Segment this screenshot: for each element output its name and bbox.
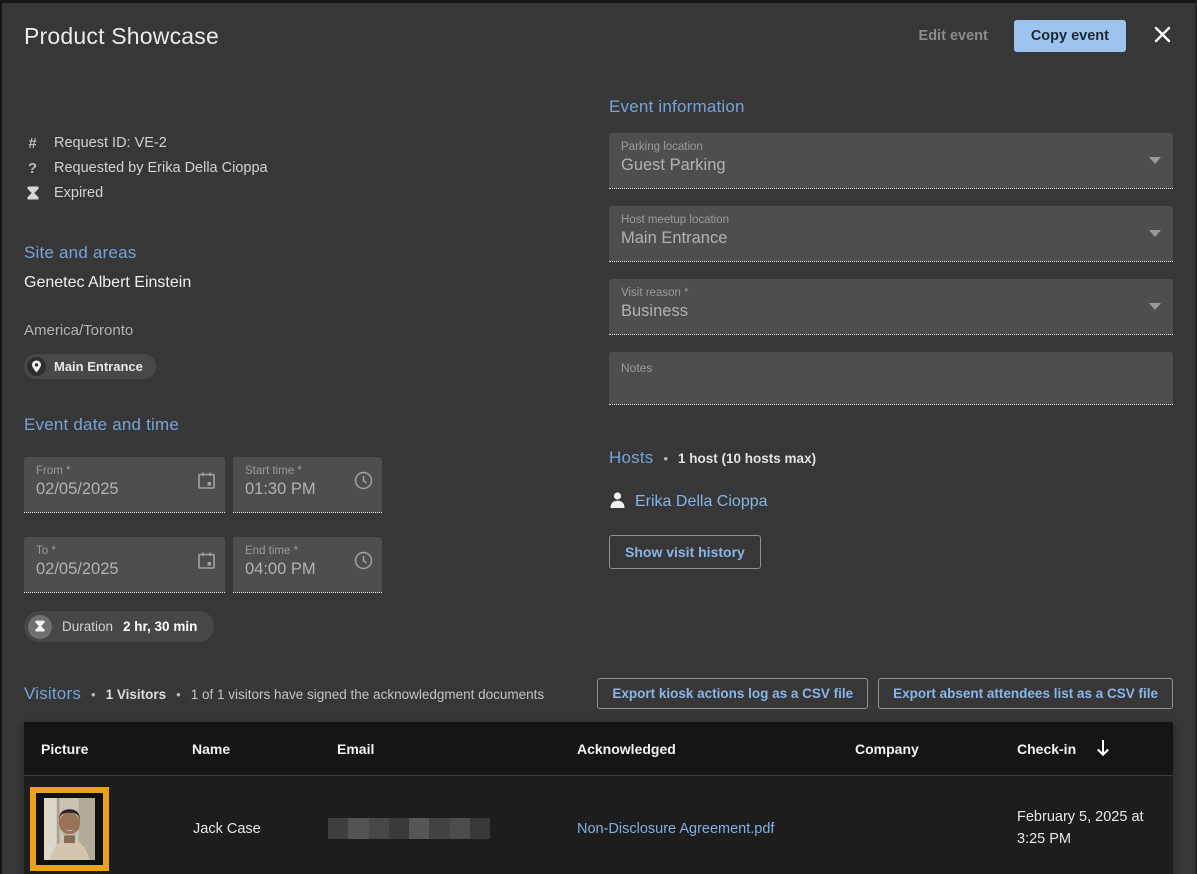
page-title: Product Showcase xyxy=(24,23,219,50)
column-header-picture[interactable]: Picture xyxy=(24,741,175,757)
calendar-icon xyxy=(197,551,216,575)
hourglass-icon xyxy=(28,615,52,639)
to-date-label: To * xyxy=(36,545,215,557)
visitor-portrait-image xyxy=(44,798,95,860)
clock-icon xyxy=(354,551,373,575)
visit-reason-value: Business xyxy=(621,302,1163,321)
dialog-header: Product Showcase Edit event Copy event xyxy=(24,15,1173,57)
event-datetime-heading: Event date and time xyxy=(24,415,585,435)
chevron-down-icon xyxy=(1149,303,1161,310)
from-date-value: 02/05/2025 xyxy=(36,480,215,499)
acknowledged-document-link[interactable]: Non-Disclosure Agreement.pdf xyxy=(560,821,774,837)
parking-location-value: Guest Parking xyxy=(621,156,1163,175)
visitor-name: Jack Case xyxy=(175,821,261,837)
bullet-separator: • xyxy=(663,451,668,466)
host-meetup-select[interactable]: Host meetup location Main Entrance xyxy=(609,206,1173,262)
clock-icon xyxy=(354,471,373,495)
visitors-heading: Visitors xyxy=(24,684,81,704)
area-tag-label: Main Entrance xyxy=(54,359,143,374)
visit-reason-label: Visit reason * xyxy=(621,287,1163,299)
close-icon xyxy=(1152,24,1173,48)
request-id-row: # Request ID: VE-2 xyxy=(24,131,585,155)
column-header-name[interactable]: Name xyxy=(175,741,320,757)
hosts-heading: Hosts xyxy=(609,448,653,468)
column-header-checkin[interactable]: Check-in xyxy=(1000,739,1173,759)
chevron-down-icon xyxy=(1149,157,1161,164)
area-tag: Main Entrance xyxy=(24,354,156,379)
host-meetup-label: Host meetup location xyxy=(621,214,1163,226)
email-redacted xyxy=(328,818,490,839)
end-time-field[interactable]: End time * 04:00 PM xyxy=(233,537,382,593)
request-meta: # Request ID: VE-2 ? Requested by Erika … xyxy=(24,131,585,205)
visitors-count: 1 Visitors xyxy=(106,687,167,702)
bullet-separator: • xyxy=(176,687,181,702)
question-icon: ? xyxy=(24,160,41,177)
site-name: Genetec Albert Einstein xyxy=(24,274,585,292)
event-details-dialog: Product Showcase Edit event Copy event #… xyxy=(2,3,1195,874)
export-kiosk-log-button[interactable]: Export kiosk actions log as a CSV file xyxy=(597,678,868,709)
bullet-separator: • xyxy=(91,687,96,702)
request-id-text: Request ID: VE-2 xyxy=(54,135,167,151)
notes-textarea[interactable] xyxy=(609,352,1173,405)
hourglass-icon xyxy=(24,186,41,201)
visitors-signed-text: 1 of 1 visitors have signed the acknowle… xyxy=(191,687,544,702)
location-pin-icon xyxy=(27,357,46,376)
start-time-value: 01:30 PM xyxy=(245,480,372,499)
close-button[interactable] xyxy=(1152,24,1173,48)
export-absent-list-button[interactable]: Export absent attendees list as a CSV fi… xyxy=(878,678,1173,709)
start-time-label: Start time * xyxy=(245,465,372,477)
host-meetup-value: Main Entrance xyxy=(621,229,1163,248)
calendar-icon xyxy=(197,471,216,495)
visit-reason-select[interactable]: Visit reason * Business xyxy=(609,279,1173,335)
host-name-link[interactable]: Erika Della Cioppa xyxy=(635,493,768,511)
table-header: Picture Name Email Acknowledged Company … xyxy=(24,722,1173,776)
host-item: Erika Della Cioppa xyxy=(609,491,1173,513)
table-row[interactable]: Jack Case Non-Disclosure Agreement.pdf F… xyxy=(24,776,1173,874)
hosts-header: Hosts • 1 host (10 hosts max) xyxy=(609,448,1173,468)
duration-badge: Duration 2 hr, 30 min xyxy=(24,611,214,642)
edit-event-button[interactable]: Edit event xyxy=(919,28,988,44)
to-date-value: 02/05/2025 xyxy=(36,560,215,579)
end-time-value: 04:00 PM xyxy=(245,560,372,579)
status-badge: Expired xyxy=(54,185,103,201)
checkin-header-label: Check-in xyxy=(1017,741,1076,757)
start-time-field[interactable]: Start time * 01:30 PM xyxy=(233,457,382,513)
to-date-field[interactable]: To * 02/05/2025 xyxy=(24,537,225,593)
column-header-acknowledged[interactable]: Acknowledged xyxy=(560,741,838,757)
chevron-down-icon xyxy=(1149,230,1161,237)
site-areas-heading: Site and areas xyxy=(24,243,585,263)
end-time-label: End time * xyxy=(245,545,372,557)
visitor-photo[interactable] xyxy=(30,787,109,871)
hosts-count: 1 host (10 hosts max) xyxy=(678,451,816,466)
visitors-header: Visitors • 1 Visitors • 1 of 1 visitors … xyxy=(24,678,1173,709)
duration-label: Duration xyxy=(62,619,113,634)
status-row: Expired xyxy=(24,181,585,205)
parking-location-select[interactable]: Parking location Guest Parking xyxy=(609,133,1173,189)
sort-descending-icon[interactable] xyxy=(1096,739,1110,759)
column-header-company[interactable]: Company xyxy=(838,741,1000,757)
requested-by-text: Requested by Erika Della Cioppa xyxy=(54,160,268,176)
requested-by-row: ? Requested by Erika Della Cioppa xyxy=(24,156,585,180)
visitor-checkin-time: February 5, 2025 at 3:25 PM xyxy=(1000,807,1152,849)
person-icon xyxy=(609,491,626,513)
hash-icon: # xyxy=(24,135,41,152)
timezone-text: America/Toronto xyxy=(24,322,585,339)
event-info-heading: Event information xyxy=(609,97,1173,117)
duration-value: 2 hr, 30 min xyxy=(123,619,197,634)
column-header-email[interactable]: Email xyxy=(320,741,560,757)
from-date-field[interactable]: From * 02/05/2025 xyxy=(24,457,225,513)
parking-location-label: Parking location xyxy=(621,141,1163,153)
from-date-label: From * xyxy=(36,465,215,477)
copy-event-button[interactable]: Copy event xyxy=(1014,20,1126,52)
visitors-table: Picture Name Email Acknowledged Company … xyxy=(24,722,1173,874)
show-visit-history-button[interactable]: Show visit history xyxy=(609,535,761,569)
